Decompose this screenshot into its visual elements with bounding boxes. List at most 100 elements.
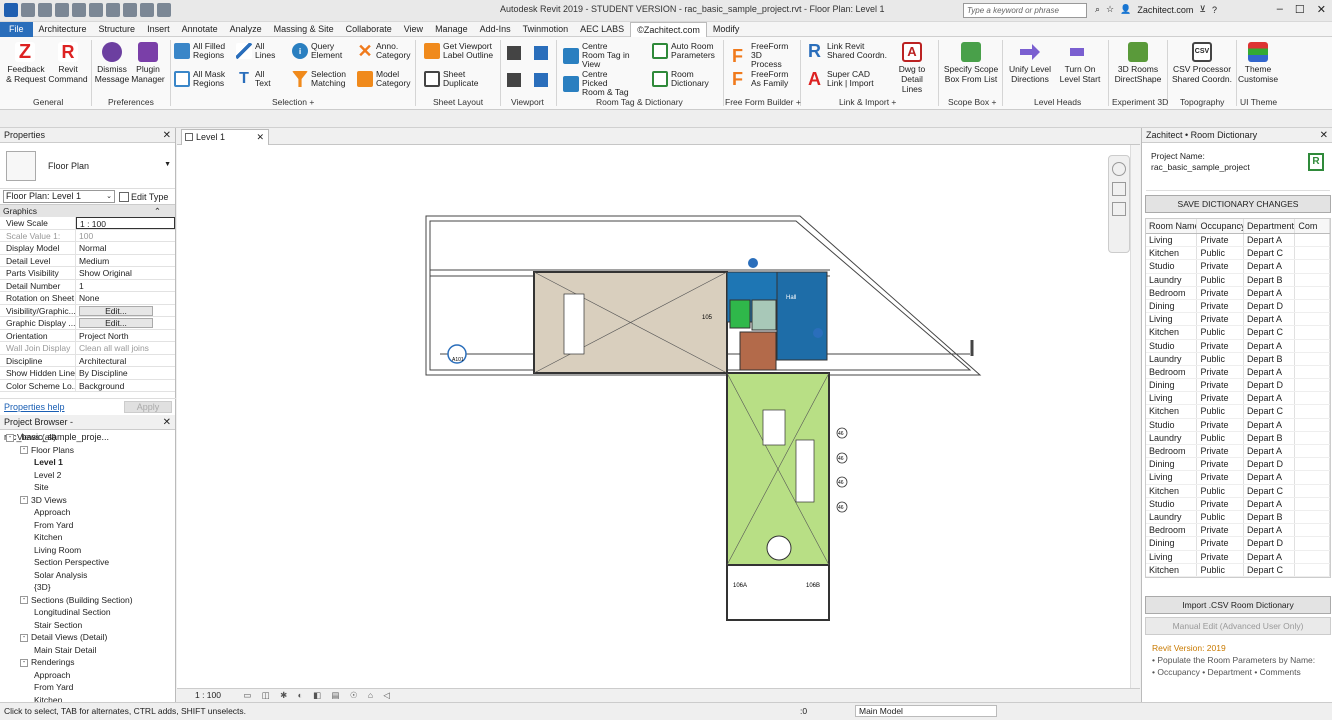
tree-node[interactable]: Level 2 — [0, 469, 175, 482]
table-row[interactable]: Dining Private Depart D — [1146, 379, 1330, 393]
property-value[interactable]: 1 : 100 — [76, 217, 175, 229]
all-mask-regions-button[interactable]: All Mask Regions — [174, 70, 227, 88]
table-row[interactable]: Bedroom Private Depart A — [1146, 445, 1330, 459]
sync-icon[interactable] — [55, 3, 69, 17]
tab-annotate[interactable]: Annotate — [176, 22, 224, 37]
feedback-button[interactable]: Z Feedback & Request — [5, 42, 46, 84]
table-cell[interactable]: Depart B — [1244, 273, 1296, 286]
table-cell[interactable]: Depart A — [1244, 471, 1296, 484]
table-cell[interactable] — [1295, 445, 1330, 458]
csv-processor-button[interactable]: CSV CSV Processor Shared Coordn. — [1170, 42, 1234, 84]
room-tag-106b[interactable]: 106B — [806, 583, 820, 589]
property-value[interactable]: 100 — [76, 230, 175, 242]
collapse-toggle-icon[interactable]: - — [6, 433, 14, 442]
table-cell[interactable]: Laundry — [1146, 273, 1198, 286]
table-cell[interactable]: Private — [1197, 418, 1244, 431]
table-cell[interactable]: Public — [1197, 273, 1244, 286]
edit-type-button[interactable]: Edit Type — [119, 191, 168, 202]
property-row[interactable]: Wall Join Display Clean all wall joins — [0, 342, 175, 355]
table-cell[interactable]: Private — [1197, 458, 1244, 471]
property-row[interactable]: Visibility/Graphic... Edit... — [0, 304, 175, 317]
table-cell[interactable] — [1295, 379, 1330, 392]
table-cell[interactable]: Living — [1146, 392, 1198, 405]
table-cell[interactable]: Depart A — [1244, 550, 1296, 563]
property-value[interactable]: Normal — [76, 242, 175, 254]
table-cell[interactable]: Depart A — [1244, 524, 1296, 537]
property-row[interactable]: View Scale 1 : 100 — [0, 217, 175, 230]
property-value[interactable]: Edit... — [76, 317, 175, 329]
property-row[interactable]: Discipline Architectural — [0, 354, 175, 367]
tree-node[interactable]: - Sections (Building Section) — [0, 594, 175, 607]
user-name[interactable]: Zachitect.com — [1137, 5, 1193, 15]
table-cell[interactable]: Depart B — [1244, 510, 1296, 524]
table-row[interactable]: Living Private Depart A — [1146, 550, 1330, 564]
table-row[interactable]: Dining Private Depart D — [1146, 458, 1330, 472]
table-row[interactable]: Laundry Public Depart B — [1146, 431, 1330, 445]
table-cell[interactable]: Depart C — [1244, 247, 1296, 260]
undo-icon[interactable] — [72, 3, 86, 17]
property-value[interactable]: Architectural — [76, 355, 175, 367]
table-row[interactable]: Living Private Depart A — [1146, 313, 1330, 327]
turn-on-level-button[interactable]: Turn On Level Start — [1056, 42, 1104, 84]
table-cell[interactable]: Kitchen — [1146, 563, 1198, 576]
table-cell[interactable]: Laundry — [1146, 510, 1198, 524]
super-cad-button[interactable]: A Super CAD Link | Import — [808, 70, 879, 89]
table-row[interactable]: Kitchen Public Depart C — [1146, 326, 1330, 340]
view-scale[interactable]: 1 : 100 — [195, 690, 221, 700]
tab-analyze[interactable]: Analyze — [224, 22, 268, 37]
tree-node[interactable]: Stair Section — [0, 619, 175, 632]
table-cell[interactable]: Bedroom — [1146, 524, 1198, 537]
auto-room-parameters-button[interactable]: Auto Room Parameters — [652, 42, 717, 60]
tree-node[interactable]: Approach — [0, 669, 175, 682]
steering-wheel-icon[interactable] — [1112, 162, 1126, 176]
revit-logo-icon[interactable] — [4, 3, 18, 17]
tab-massing-site[interactable]: Massing & Site — [268, 22, 340, 37]
tab-collaborate[interactable]: Collaborate — [340, 22, 398, 37]
tree-node[interactable]: {3D} — [0, 581, 175, 594]
table-cell[interactable]: Private — [1197, 392, 1244, 405]
centre-picked-room-button[interactable]: Centre Picked Room & Tag — [563, 70, 632, 97]
table-cell[interactable]: Depart D — [1244, 537, 1296, 550]
tab-manage[interactable]: Manage — [429, 22, 474, 37]
table-row[interactable]: Studio Private Depart A — [1146, 497, 1330, 511]
apply-button[interactable]: Apply — [124, 400, 172, 413]
table-cell[interactable]: Dining — [1146, 299, 1198, 313]
table-cell[interactable] — [1295, 418, 1330, 431]
table-cell[interactable]: Private — [1197, 471, 1244, 484]
table-cell[interactable]: Depart D — [1244, 379, 1296, 392]
tree-node[interactable]: -3D Views — [0, 494, 175, 507]
link-revit-button[interactable]: R Link Revit Shared Coordn. — [808, 42, 887, 61]
tab-level-1[interactable]: Level 1 ✕ — [181, 129, 269, 145]
section-tag-a101[interactable]: A101 — [452, 357, 464, 363]
table-cell[interactable]: Bedroom — [1146, 365, 1198, 379]
vertical-scrollbar[interactable] — [1130, 145, 1140, 688]
view-control-icons[interactable]: ▭ ◫ ✱ ◐ ◧ ▤ ☉ ⌂ ◁ — [243, 690, 394, 700]
align-bottom-icon[interactable] — [507, 73, 521, 87]
info-marker-icon[interactable] — [748, 258, 758, 268]
tree-node[interactable]: - Detail Views (Detail) — [0, 631, 175, 644]
table-cell[interactable]: Depart A — [1244, 497, 1296, 510]
tab-file[interactable]: File — [0, 21, 33, 37]
table-cell[interactable]: Depart A — [1244, 260, 1296, 273]
tab-zachitect[interactable]: ©Zachitect.com — [630, 21, 707, 37]
tree-node[interactable]: Solar Analysis — [0, 569, 175, 582]
table-cell[interactable]: Public — [1197, 510, 1244, 524]
table-cell[interactable] — [1295, 260, 1330, 273]
table-row[interactable]: Laundry Public Depart B — [1146, 352, 1330, 366]
tag-46[interactable]: 46 — [838, 456, 844, 462]
tree-node[interactable]: From Yard — [0, 519, 175, 532]
table-cell[interactable]: Public — [1197, 484, 1244, 497]
type-selector[interactable]: Floor Plan ▼ — [0, 143, 175, 189]
table-cell[interactable]: Private — [1197, 260, 1244, 273]
dwg-detail-button[interactable]: A Dwg to Detail Lines — [890, 42, 934, 94]
table-cell[interactable] — [1295, 484, 1330, 497]
align-left-icon[interactable] — [507, 46, 521, 60]
table-cell[interactable]: Depart D — [1244, 299, 1296, 313]
room-dictionary-button[interactable]: Room Dictionary — [652, 70, 717, 88]
table-cell[interactable]: Private — [1197, 537, 1244, 550]
table-cell[interactable] — [1295, 352, 1330, 365]
table-cell[interactable]: Depart C — [1244, 484, 1296, 497]
tree-node[interactable]: Level 1 — [0, 456, 175, 469]
active-model-dropdown[interactable]: Main Model — [855, 705, 997, 717]
table-cell[interactable]: Living — [1146, 234, 1198, 247]
